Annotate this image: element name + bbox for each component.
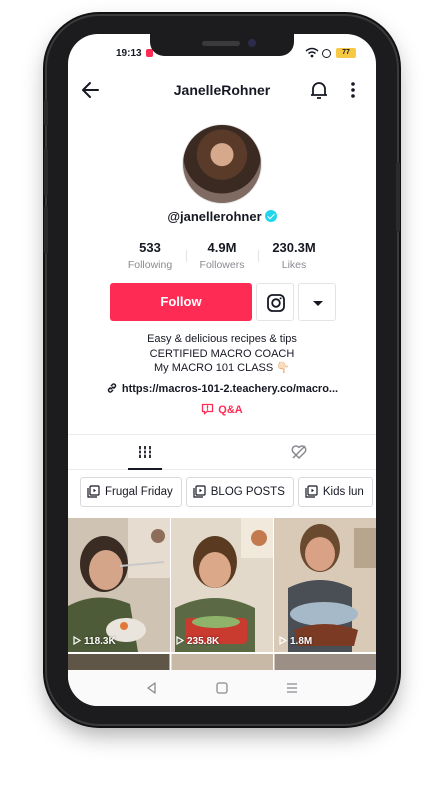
caret-down-icon	[313, 301, 323, 306]
playlist-label: Kids lun	[322, 486, 364, 498]
avatar[interactable]	[182, 124, 262, 204]
playlist-label: BLOG POSTS	[210, 486, 285, 498]
playlist-icon	[193, 485, 206, 498]
video-thumbnail-image	[274, 518, 376, 652]
suggested-accounts-button[interactable]	[298, 283, 336, 321]
playlist-row: Frugal Friday BLOG POSTS Kids lun	[80, 477, 376, 509]
instagram-button[interactable]	[256, 283, 294, 321]
grid-icon	[138, 446, 152, 458]
playlist-icon	[305, 485, 318, 498]
content-tabs	[68, 434, 376, 470]
notch	[150, 34, 294, 56]
stat-likes[interactable]: 230.3M Likes	[258, 240, 330, 271]
hidden-heart-icon	[291, 445, 307, 459]
play-icon	[73, 635, 82, 646]
view-count: 1.8M	[279, 635, 313, 647]
video-thumbnail-image	[171, 518, 273, 652]
stat-value: 230.3M	[272, 240, 316, 255]
view-count: 235.8K	[176, 635, 220, 647]
qa-label: Q&A	[218, 404, 243, 416]
stat-label: Following	[127, 259, 173, 271]
view-count-text: 235.8K	[187, 636, 220, 647]
profile-link-text: https://macros-101-2.teachery.co/macro..…	[121, 383, 339, 395]
follow-button[interactable]: Follow	[110, 283, 252, 321]
video-thumbnail-image	[68, 518, 170, 652]
stat-label: Followers	[199, 259, 245, 271]
nav-recents-icon[interactable]	[284, 680, 300, 696]
playlist-icon	[87, 485, 100, 498]
playlist-chip[interactable]: BLOG POSTS	[185, 477, 294, 507]
bio-line: My MACRO 101 CLASS 👇🏻	[154, 362, 290, 374]
active-tab-indicator	[128, 468, 162, 470]
playlist-chip[interactable]: Frugal Friday	[80, 477, 182, 507]
profile-handle: @janellerohner	[167, 209, 262, 224]
system-nav-bar	[68, 670, 376, 706]
profile-bio: Easy & delicious recipes & tips CERTIFIE…	[68, 332, 376, 376]
phone-screen: 19:13 77 JanelleRohner @janellerohner 53…	[68, 34, 376, 706]
phone-power-button	[396, 162, 400, 232]
bio-line: CERTIFIED MACRO COACH	[149, 347, 295, 360]
view-count: 118.3K	[73, 635, 116, 647]
status-time: 19:13	[116, 48, 142, 59]
phone-volume-down	[44, 206, 48, 254]
video-thumbnail[interactable]: 235.8K	[171, 518, 273, 652]
video-grid: 118.3K 235.8K 1.8M	[68, 518, 376, 654]
video-grid-next-row	[68, 654, 376, 670]
wifi-icon	[305, 47, 319, 58]
view-count-text: 118.3K	[84, 636, 116, 647]
stat-label: Likes	[281, 259, 307, 271]
front-camera	[248, 39, 256, 47]
play-icon	[279, 635, 288, 646]
view-count-text: 1.8M	[290, 636, 313, 647]
playlist-label: Frugal Friday	[105, 486, 173, 498]
tab-videos[interactable]	[68, 435, 222, 470]
phone-mute-switch	[44, 100, 48, 126]
video-thumbnail[interactable]: 1.8M	[274, 518, 376, 652]
bio-line: Easy & delicious recipes & tips	[147, 333, 297, 345]
nav-home-icon[interactable]	[214, 680, 230, 696]
verified-badge-icon	[264, 210, 277, 222]
speaker-grille	[202, 41, 240, 46]
top-bar: JanelleRohner	[68, 74, 376, 108]
video-thumbnail[interactable]: 118.3K	[68, 518, 170, 652]
playlist-chip[interactable]: Kids lun	[297, 477, 373, 507]
battery-indicator: 77	[336, 48, 356, 58]
stat-value: 4.9M	[207, 240, 237, 255]
qa-link[interactable]: Q&A	[68, 403, 376, 416]
stat-following[interactable]: 533 Following	[114, 240, 186, 271]
bell-icon[interactable]	[308, 79, 330, 101]
instagram-icon	[267, 294, 285, 312]
link-icon	[107, 383, 117, 393]
more-options-icon[interactable]	[346, 79, 360, 101]
stat-followers[interactable]: 4.9M Followers	[186, 240, 258, 271]
stat-value: 533	[139, 240, 161, 255]
do-not-disturb-icon	[322, 49, 331, 58]
profile-link[interactable]: https://macros-101-2.teachery.co/macro..…	[68, 382, 376, 395]
tab-liked[interactable]	[222, 435, 376, 469]
profile-handle-row: @janellerohner	[68, 209, 376, 224]
play-icon	[176, 635, 185, 646]
qa-bubble-icon	[202, 403, 214, 415]
nav-back-icon[interactable]	[144, 680, 160, 696]
profile-stats: 533 Following 4.9M Followers 230.3M Like…	[114, 240, 330, 276]
phone-volume-up	[44, 148, 48, 196]
